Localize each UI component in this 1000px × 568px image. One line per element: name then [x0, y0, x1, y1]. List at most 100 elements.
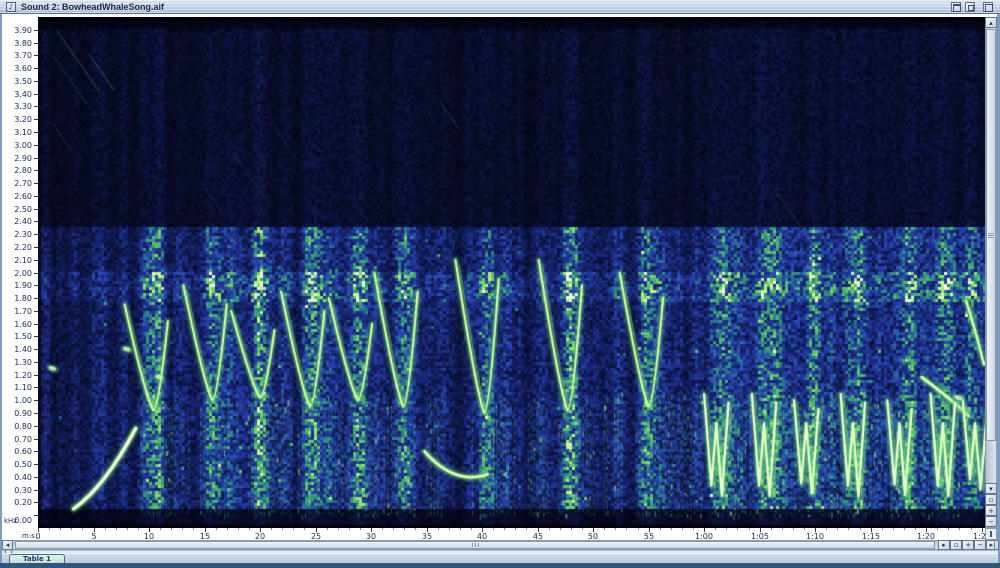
freq-tick-label: 2.90	[14, 154, 32, 163]
skip-end-icon: ▸|	[990, 541, 996, 549]
time-minor-tick	[71, 528, 72, 530]
time-minor-tick	[749, 528, 750, 530]
time-minor-tick	[105, 528, 106, 530]
time-minor-tick	[549, 528, 550, 530]
time-minor-tick	[626, 528, 627, 530]
time-minor-tick	[638, 528, 639, 530]
minus-icon: −	[988, 518, 994, 526]
plus-icon: +	[965, 541, 971, 549]
freq-tick-label: 0.30	[14, 486, 32, 495]
time-minor-tick	[671, 528, 672, 530]
time-minor-tick	[349, 528, 350, 530]
zoom-button[interactable]	[965, 2, 975, 12]
h-scroll-end-button[interactable]: ▸|	[986, 540, 999, 550]
time-minor-tick	[138, 528, 139, 530]
selection-ibeam-marker[interactable]: I	[985, 528, 997, 540]
freq-tick-label: 2.10	[14, 256, 32, 265]
grow-box-icon	[985, 4, 993, 12]
freq-tick-label: 2.70	[14, 179, 32, 188]
right-arrow-icon: ▸	[942, 541, 946, 549]
freq-tick-label: 3.10	[14, 128, 32, 137]
time-minor-tick	[660, 528, 661, 530]
v-scroll-down-button[interactable]: ▾	[985, 483, 997, 494]
time-minor-tick	[782, 528, 783, 530]
collapse-icon	[953, 4, 961, 12]
time-minor-tick	[471, 528, 472, 530]
time-minor-tick	[327, 528, 328, 530]
freq-tick-label: 3.30	[14, 102, 32, 111]
time-minor-tick	[693, 528, 694, 530]
time-minor-tick	[304, 528, 305, 530]
left-arrow-icon: ◂	[6, 541, 10, 549]
freq-tick-label: 3.40	[14, 90, 32, 99]
time-minor-tick	[49, 528, 50, 530]
v-zoom-in-button[interactable]: +	[985, 505, 997, 516]
zoom-box-icon	[968, 5, 974, 11]
freq-tick-label: 3.90	[14, 26, 32, 35]
time-minor-tick	[882, 528, 883, 530]
time-minor-tick	[837, 528, 838, 530]
time-minor-tick	[182, 528, 183, 530]
box-icon: ▫	[989, 496, 994, 504]
time-minor-tick	[271, 528, 272, 530]
time-minor-tick	[338, 528, 339, 530]
time-minor-tick	[726, 528, 727, 530]
h-scroll-right-button[interactable]: ▸	[938, 540, 950, 550]
horizontal-scrollbar[interactable]: ◂ ▸ ▫ + − ▸|	[2, 540, 998, 550]
freq-tick-label: 3.50	[14, 77, 32, 86]
h-pane-box-button[interactable]: ▫	[950, 540, 962, 550]
freq-tick-label: 0.90	[14, 409, 32, 418]
time-minor-tick	[860, 528, 861, 530]
time-minor-tick	[127, 528, 128, 530]
freq-tick-label: 1.80	[14, 294, 32, 303]
h-zoom-out-button[interactable]: −	[974, 540, 986, 550]
freq-tick-label: 3.70	[14, 51, 32, 60]
h-thumb-grip-icon	[475, 543, 476, 547]
time-minor-tick	[604, 528, 605, 530]
time-minor-tick	[893, 528, 894, 530]
time-minor-tick	[216, 528, 217, 530]
freq-tick-label: 2.80	[14, 166, 32, 175]
freq-tick-label: 0.80	[14, 422, 32, 431]
time-minor-tick	[504, 528, 505, 530]
time-minor-tick	[227, 528, 228, 530]
time-minor-tick	[438, 528, 439, 530]
time-minor-tick	[382, 528, 383, 530]
time-minor-tick	[826, 528, 827, 530]
time-minor-tick	[404, 528, 405, 530]
freq-tick-label: 1.60	[14, 320, 32, 329]
freq-tick-label: 0.70	[14, 435, 32, 444]
freq-tick-label: 2.50	[14, 205, 32, 214]
freq-tick-label: 2.30	[14, 230, 32, 239]
v-thumb-grip-icon	[988, 235, 994, 236]
grow-button[interactable]	[983, 2, 993, 12]
freq-tick-label: 1.30	[14, 358, 32, 367]
title-bar[interactable]: ♪ Sound 2: BowheadWhaleSong.aif	[0, 0, 1000, 14]
time-minor-tick	[238, 528, 239, 530]
time-minor-tick	[915, 528, 916, 530]
time-minor-tick	[848, 528, 849, 530]
freq-tick-label: 1.00	[14, 396, 32, 405]
h-zoom-in-button[interactable]: +	[962, 540, 974, 550]
freq-tick-label: 0.50	[14, 460, 32, 469]
vertical-scrollbar[interactable]: ▴ ▾ ▫ + −	[985, 17, 997, 528]
time-minor-tick	[682, 528, 683, 530]
spectrogram-canvas[interactable]	[38, 17, 985, 528]
v-zoom-out-button[interactable]: −	[985, 516, 997, 527]
freq-tick-label: 2.40	[14, 217, 32, 226]
app-window: ♪ Sound 2: BowheadWhaleSong.aif kHz 3.90…	[0, 0, 1000, 568]
time-minor-tick	[460, 528, 461, 530]
freq-tick-label: 1.50	[14, 332, 32, 341]
v-scroll-thumb[interactable]	[986, 29, 996, 441]
v-pane-box-button[interactable]: ▫	[985, 494, 997, 505]
freq-tick-label: 2.20	[14, 243, 32, 252]
time-minor-tick	[282, 528, 283, 530]
h-scroll-thumb[interactable]	[15, 541, 935, 549]
time-minor-tick	[515, 528, 516, 530]
freq-tick-label: 2.00	[14, 269, 32, 278]
v-scroll-up-button[interactable]: ▴	[985, 17, 997, 28]
time-minor-tick	[948, 528, 949, 530]
time-minor-tick	[526, 528, 527, 530]
collapse-button[interactable]	[951, 2, 961, 12]
freq-tick-label: 3.00	[14, 141, 32, 150]
